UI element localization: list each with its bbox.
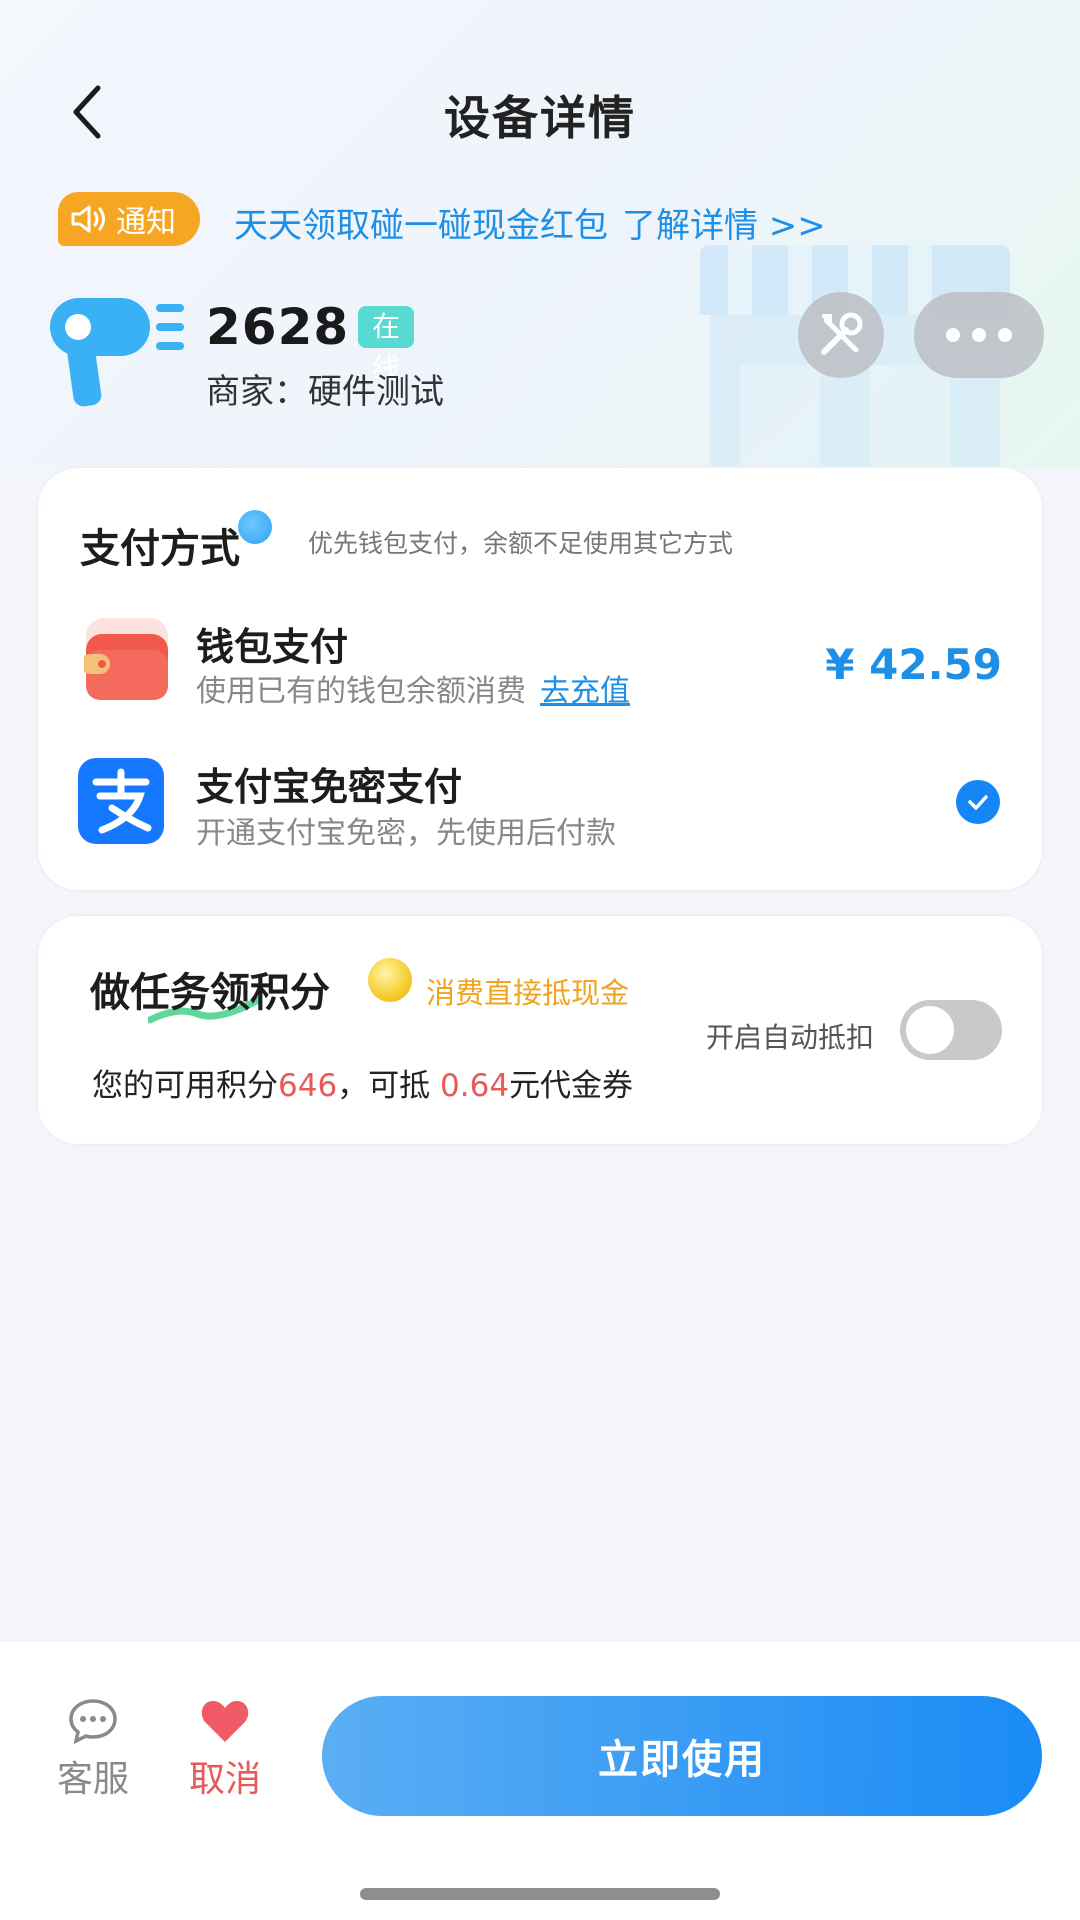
points-text-prefix: 您的可用积分 <box>92 1068 278 1104</box>
header: 设备详情 <box>0 60 1080 160</box>
speaker-icon <box>71 205 105 233</box>
wallet-pay-title: 钱包支付 <box>196 625 349 669</box>
points-value: 646 <box>278 1068 338 1104</box>
wallet-subtitle-text: 使用已有的钱包余额消费 <box>196 674 526 709</box>
page-title: 设备详情 <box>444 91 636 145</box>
points-balance-text: 您的可用积分646，可抵 0.64元代金券 <box>92 1060 633 1105</box>
points-text-suffix: 元代金券 <box>509 1068 634 1104</box>
alipay-icon <box>78 758 164 844</box>
alipay-pay-title: 支付宝免密支付 <box>196 765 463 809</box>
notice-text[interactable]: 天天领取碰一碰现金红包 了解详情 >> <box>234 198 826 247</box>
heart-icon <box>201 1701 249 1742</box>
tools-icon <box>821 312 863 355</box>
home-indicator <box>360 1888 720 1900</box>
notice-details-link[interactable]: 了解详情 >> <box>622 206 826 246</box>
tools-button[interactable] <box>798 292 884 378</box>
title-decoration <box>238 510 272 544</box>
merchant-name: 商家：硬件测试 <box>206 372 444 412</box>
recharge-link[interactable]: 去充值 <box>540 674 630 709</box>
wallet-icon <box>84 618 168 700</box>
bottom-bar: 客服 取消 立即使用 <box>0 1642 1080 1920</box>
customer-service-label: 客服 <box>56 1759 129 1800</box>
payment-title: 支付方式 <box>80 526 240 572</box>
coin-icon <box>368 958 412 1002</box>
chat-bubble-icon <box>69 1699 117 1744</box>
more-dots-icon <box>946 328 1012 342</box>
payment-hint: 优先钱包支付，余额不足使用其它方式 <box>308 529 734 558</box>
notice-badge-label: 通知 <box>116 205 176 240</box>
points-title: 做任务领积分 <box>90 970 330 1016</box>
points-text-mid: ，可抵 <box>337 1068 441 1104</box>
device-id: 2628 <box>206 298 350 356</box>
toggle-knob <box>906 1006 954 1054</box>
auto-deduct-label: 开启自动抵扣 <box>706 1021 875 1054</box>
wallet-pay-subtitle: 使用已有的钱包余额消费 去充值 <box>196 666 630 710</box>
notice-bar[interactable]: 通知 天天领取碰一碰现金红包 了解详情 >> <box>58 192 1058 246</box>
cancel-favorite-button[interactable]: 取消 <box>180 1698 270 1802</box>
auto-deduct-toggle[interactable] <box>900 1000 1002 1060</box>
points-tag: 消费直接抵现金 <box>426 976 630 1010</box>
use-now-button[interactable]: 立即使用 <box>322 1696 1042 1816</box>
customer-service-button[interactable]: 客服 <box>48 1698 138 1802</box>
more-button[interactable] <box>914 292 1044 378</box>
notice-message: 天天领取碰一碰现金红包 <box>234 206 608 246</box>
hair-dryer-icon <box>50 298 184 407</box>
wallet-balance: ¥ 42.59 <box>825 640 1002 689</box>
notice-badge: 通知 <box>58 192 200 246</box>
alipay-selected-check-icon[interactable] <box>956 780 1000 824</box>
cancel-label: 取消 <box>188 1759 261 1800</box>
status-badge: 在线 <box>358 306 415 385</box>
payment-card: 支付方式 优先钱包支付，余额不足使用其它方式 钱包支付 使用已有的钱包余额消费去… <box>38 468 1042 890</box>
points-amount: 0.64 <box>440 1068 510 1104</box>
points-card: 做任务领积分 消费直接抵现金 开启自动抵扣 您的可用积分646，可抵 0.64元… <box>38 916 1042 1144</box>
alipay-pay-subtitle: 开通支付宝免密，先使用后付款 <box>196 816 616 851</box>
